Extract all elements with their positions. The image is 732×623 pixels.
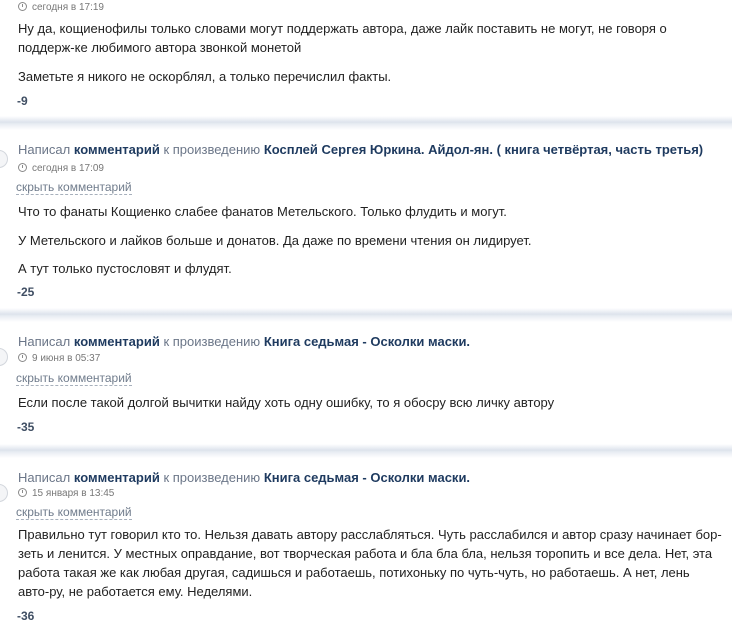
comment-rating: -25 [17,285,35,299]
clock-icon [18,353,27,362]
avatar [0,150,8,168]
hide-comment-link[interactable]: скрыть комментарий [16,371,132,386]
hide-comment-link[interactable]: скрыть комментарий [16,505,132,520]
comment-text: Правильно тут говорил кто то. Нельзя дав… [18,527,722,599]
clock-icon [18,163,27,172]
work-title-link[interactable]: Косплей Сергея Юркина. Айдол-ян. ( книга… [264,142,703,157]
comment-header: Написал комментарий к произведению Книга… [18,470,471,485]
avatar [0,484,8,502]
comment-rating: -9 [17,94,28,108]
comment-text: А тут только пустословят и флудят. [18,261,232,276]
avatar [0,348,8,366]
comment-card: Написал комментарий к произведению Коспл… [0,130,732,308]
comment-header: Написал комментарий к произведению Коспл… [18,142,704,157]
comment-separator [0,308,732,322]
comment-header: Написал комментарий к произведению Книга… [18,334,471,349]
comment-rating: -35 [17,420,35,434]
comment-date: сегодня в 17:09 [18,163,104,175]
comment-text: Если после такой долгой вычитки найду хо… [18,395,555,410]
comment-card: Написал комментарий к произведению Книга… [0,322,732,444]
work-title-link[interactable]: Книга седьмая - Осколки маски. [264,334,470,349]
comment-text: Заметьте я никого не оскорблял, а только… [18,69,392,84]
comment-text: Ну да, кощиенофилы только словами могут … [18,21,667,55]
comment-card: сегодня в 17:19 Ну да, кощиенофилы тольк… [0,0,732,116]
comment-date: 9 июня в 05:37 [18,353,100,365]
comment-link[interactable]: комментарий [74,142,160,157]
comment-separator [0,116,732,130]
comment-link[interactable]: комментарий [74,334,160,349]
work-title-link[interactable]: Книга седьмая - Осколки маски. [264,470,470,485]
comment-card: Написал комментарий к произведению Книга… [0,458,732,623]
clock-icon [18,2,27,11]
comment-link[interactable]: комментарий [74,470,160,485]
hide-comment-link[interactable]: скрыть комментарий [16,180,132,195]
comment-date: сегодня в 17:19 [18,2,104,14]
comment-text: У Метельского и лайков больше и донатов.… [18,233,532,248]
comment-rating: -36 [17,609,35,623]
clock-icon [18,488,27,497]
comment-separator [0,444,732,458]
comment-text: Что то фанаты Кощиенко слабее фанатов Ме… [18,204,507,219]
comment-date: 15 января в 13:45 [18,488,114,500]
comment-feed: сегодня в 17:19 Ну да, кощиенофилы тольк… [0,0,732,623]
